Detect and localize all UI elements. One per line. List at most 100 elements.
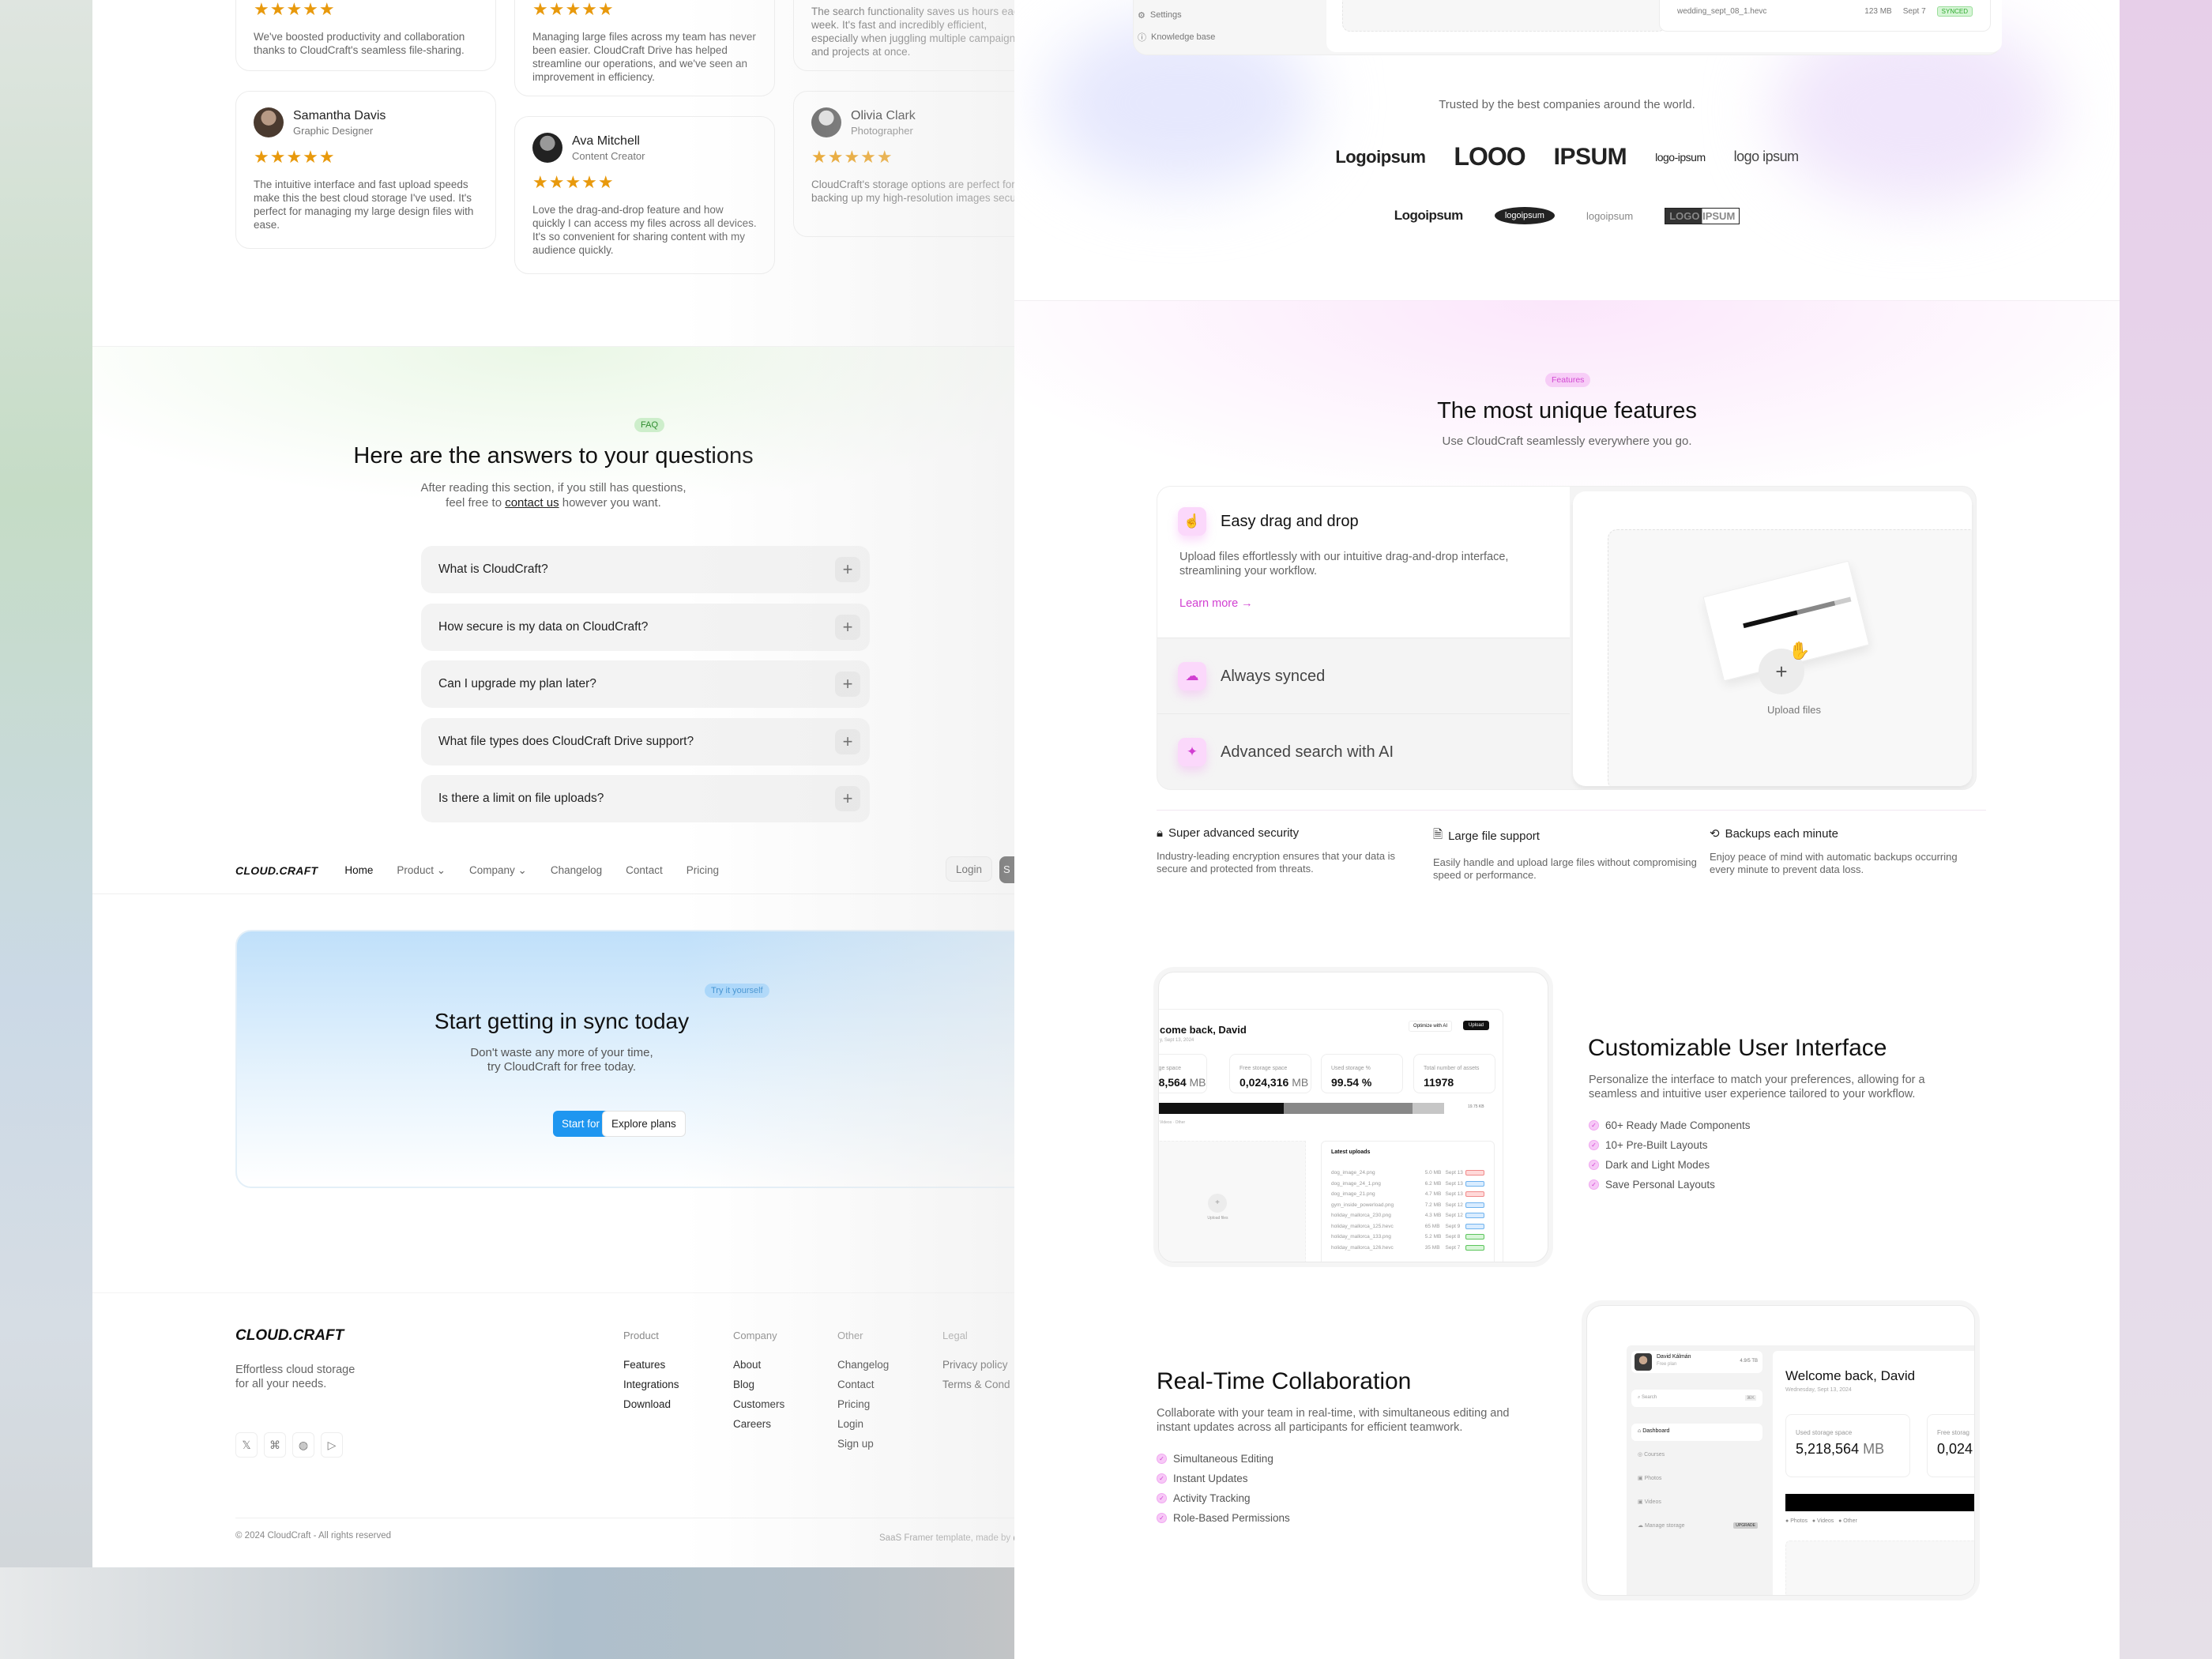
footer-link[interactable]: Changelog: [837, 1359, 889, 1371]
plus-icon[interactable]: +: [835, 672, 860, 697]
faq-item[interactable]: Can I upgrade my plan later? +: [421, 660, 870, 708]
sidebar-item-knowledge-base[interactable]: ⓘ Knowledge base: [1138, 28, 1215, 46]
faq-list: What is CloudCraft? + How secure is my da…: [421, 546, 870, 833]
collaboration-preview: David Kálmán Free plan 4.9/5 TB ⌕ Search…: [1586, 1305, 1975, 1596]
footer-link[interactable]: Sign up: [837, 1438, 889, 1450]
testimonial-quote: Love the drag-and-drop feature and how q…: [532, 204, 757, 256]
nav-pricing[interactable]: Pricing: [687, 864, 719, 876]
upload-dropzone[interactable]: + Upload files: [1159, 1141, 1306, 1262]
tab-always-synced[interactable]: ☁ Always synced: [1157, 638, 1570, 714]
sidebar-item-dashboard[interactable]: ⌂ Dashboard: [1631, 1424, 1762, 1441]
plus-icon[interactable]: +: [835, 614, 860, 640]
sidebar-item-settings[interactable]: ⚙ Settings: [1138, 6, 1215, 24]
check-circle-icon: ✓: [1157, 1473, 1167, 1484]
x-icon[interactable]: 𝕏: [235, 1432, 258, 1458]
testimonial-role: Graphic Designer: [293, 124, 374, 137]
user-card[interactable]: David Kálmán Free plan 4.9/5 TB: [1631, 1351, 1762, 1373]
nav-product[interactable]: Product ⌄: [397, 864, 446, 877]
company-logo: logo ipsum: [1733, 149, 1800, 164]
plus-icon[interactable]: +: [835, 557, 860, 582]
plus-icon[interactable]: +: [835, 728, 860, 754]
company-logo: Logoipsum: [1394, 208, 1464, 223]
footer-logo[interactable]: CLOUD.CRAFT: [235, 1327, 344, 1345]
info-icon: ⓘ: [1138, 33, 1146, 43]
nav-company[interactable]: Company ⌄: [469, 864, 527, 877]
optimize-ai-button[interactable]: Optimize with AI: [1409, 1021, 1453, 1032]
storage-bar: [1785, 1494, 1974, 1511]
lock-icon: 🔒︎: [1157, 826, 1163, 840]
footer-link[interactable]: Careers: [733, 1418, 784, 1430]
login-button[interactable]: Login: [946, 856, 993, 882]
features-subtitle: Use CloudCraft seamlessly everywhere you…: [1442, 434, 1692, 448]
search-input[interactable]: ⌕ Search ⌘K: [1631, 1390, 1762, 1407]
mini-features: 🔒︎ Super advanced security Industry-leadi…: [1157, 810, 1986, 882]
photo-icon: ▣: [1638, 1476, 1645, 1481]
upload-row: holiday_mallorca_133.png 5.2 MB Sept 8: [1331, 1232, 1484, 1243]
tab-ai-search[interactable]: ✦ Advanced search with AI: [1157, 714, 1570, 789]
youtube-icon[interactable]: ▷: [321, 1432, 343, 1458]
footer-link[interactable]: Contact: [837, 1379, 889, 1390]
explore-plans-button[interactable]: Explore plans: [602, 1111, 686, 1137]
testimonial-quote: Managing large files across my team has …: [532, 31, 756, 83]
nav-contact[interactable]: Contact: [626, 864, 663, 876]
faq-item[interactable]: Is there a limit on file uploads? +: [421, 775, 870, 822]
footer-column-product: Product Features Integrations Download: [623, 1330, 679, 1410]
footer-link[interactable]: Download: [623, 1398, 679, 1410]
contact-us-link[interactable]: contact us: [505, 496, 559, 510]
sidebar-item-videos[interactable]: ▣ Videos: [1638, 1499, 1661, 1505]
check-circle-icon: ✓: [1589, 1120, 1599, 1130]
company-logo: LOOO: [1454, 142, 1525, 171]
courses-icon: ◎: [1638, 1452, 1645, 1458]
learn-more-link[interactable]: Learn more →: [1179, 597, 1253, 610]
upload-dropzone[interactable]: [1785, 1540, 1974, 1595]
upload-row: dog_image_24_1.png 6.2 MB Sept 13: [1331, 1179, 1484, 1190]
testimonial-card: ★★★★★ Managing large files across my tea…: [514, 0, 775, 96]
sidebar-item-manage-storage[interactable]: ☁ Manage storage UPGRADE: [1638, 1522, 1758, 1529]
feature-checklist: ✓ 60+ Ready Made Components ✓ 10+ Pre-Buil…: [1589, 1119, 1751, 1198]
faq-title: Here are the answers to your questions: [353, 443, 754, 468]
avatar: [1635, 1353, 1652, 1371]
footer-link[interactable]: Login: [837, 1418, 889, 1430]
upload-dropzone[interactable]: + ✋ Upload files: [1608, 529, 1972, 786]
plus-icon[interactable]: +: [835, 786, 860, 811]
file-icon: 🗎: [1433, 828, 1443, 841]
customizable-ui-desc: Personalize the interface to match your …: [1589, 1074, 1925, 1101]
testimonial-name: Samantha Davis: [293, 108, 386, 122]
github-icon[interactable]: ⌘: [264, 1432, 286, 1458]
faq-item[interactable]: What is CloudCraft? +: [421, 546, 870, 593]
faq-item[interactable]: How secure is my data on CloudCraft? +: [421, 603, 870, 651]
upload-row: dog_image_24.png 5.0 MB Sept 13: [1331, 1168, 1484, 1179]
nav-home[interactable]: Home: [344, 864, 373, 876]
company-logo: logoipsum: [1494, 207, 1555, 224]
upload-button[interactable]: Upload: [1463, 1021, 1490, 1030]
footer-link[interactable]: Privacy policy: [942, 1359, 1010, 1371]
nav-changelog[interactable]: Changelog: [551, 864, 602, 876]
brand-logo[interactable]: CLOUD.CRAFT: [235, 864, 318, 877]
features-badge: Features: [1545, 373, 1591, 387]
cloud-icon: ☁: [1638, 1523, 1645, 1529]
cta-subtitle: Don't waste any more of your time, try Cl…: [470, 1046, 653, 1074]
footer-link[interactable]: Customers: [733, 1398, 784, 1410]
check-circle-icon: ✓: [1157, 1493, 1167, 1503]
footer-link[interactable]: Integrations: [623, 1379, 679, 1390]
faq-item[interactable]: What file types does CloudCraft Drive su…: [421, 717, 870, 766]
dribbble-icon[interactable]: ◍: [292, 1432, 314, 1458]
testimonial-card: Samantha Davis Graphic Designer ★★★★★ Th…: [235, 91, 496, 249]
footer-link[interactable]: Blog: [733, 1379, 784, 1390]
storage-bar: [1159, 1103, 1466, 1114]
footer-column-other: Other Changelog Contact Pricing Login Si…: [837, 1330, 890, 1450]
sidebar-item-courses[interactable]: ◎ Courses: [1638, 1451, 1665, 1458]
sidebar-item-photos[interactable]: ▣ Photos: [1638, 1475, 1661, 1481]
footer-link[interactable]: Terms & Cond: [942, 1379, 1010, 1390]
testimonial-card: ★★★★★ We've boosted productivity and col…: [235, 0, 496, 71]
grab-hand-icon: ✋: [1789, 641, 1811, 660]
footer-link[interactable]: About: [733, 1359, 784, 1371]
rating-stars: ★★★★★: [532, 0, 615, 19]
plus-icon[interactable]: +: [1208, 1194, 1227, 1213]
footer-link[interactable]: Pricing: [837, 1398, 889, 1410]
file-row: wedding_sept_08_1.hevc 123 MB Sept 7 SYN…: [1659, 0, 1991, 32]
signup-button[interactable]: S: [999, 856, 1014, 883]
tab-drag-and-drop[interactable]: ☝ Easy drag and drop Upload files effort…: [1157, 487, 1570, 638]
footer-link[interactable]: Features: [623, 1359, 679, 1371]
upload-dropzone[interactable]: [1342, 0, 1666, 32]
